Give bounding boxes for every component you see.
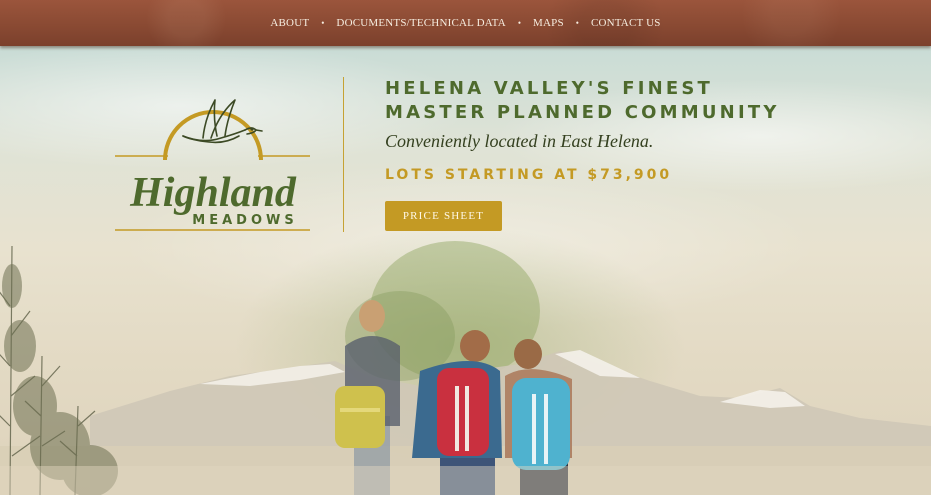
nav-contact-us[interactable]: CONTACT US bbox=[591, 17, 661, 29]
price-sheet-button[interactable]: PRICE SHEET bbox=[385, 201, 502, 231]
nav-separator: • bbox=[321, 18, 325, 28]
logo-graphic: Highland MEADOWS bbox=[115, 99, 310, 231]
duck-icon bbox=[182, 99, 263, 144]
main-nav: ABOUT • DOCUMENTS/TECHNICAL DATA • MAPS … bbox=[0, 0, 931, 46]
vertical-divider bbox=[343, 77, 344, 232]
hero-headline: HELENA VALLEY'S FINEST MASTER PLANNED CO… bbox=[385, 77, 780, 125]
bottom-fade bbox=[0, 466, 931, 495]
nav-maps[interactable]: MAPS bbox=[533, 17, 564, 29]
nav-separator: • bbox=[517, 18, 522, 28]
nav-about[interactable]: ABOUT bbox=[270, 17, 309, 29]
headline-line-2: MASTER PLANNED COMMUNITY bbox=[385, 102, 780, 123]
logo-sun-arc bbox=[163, 110, 263, 161]
lot-price-text: LOTS STARTING AT $73,900 bbox=[385, 167, 673, 183]
nav-documents-technical-data[interactable]: DOCUMENTS/TECHNICAL DATA bbox=[336, 17, 505, 29]
nav-separator: • bbox=[575, 18, 579, 28]
hero-tagline: Conveniently located in East Helena. bbox=[385, 131, 654, 151]
highland-meadows-logo[interactable]: Highland MEADOWS bbox=[113, 78, 313, 238]
logo-name-script: Highland bbox=[129, 170, 297, 216]
logo-name-caps: MEADOWS bbox=[192, 213, 297, 228]
headline-line-1: HELENA VALLEY'S FINEST bbox=[385, 78, 714, 99]
